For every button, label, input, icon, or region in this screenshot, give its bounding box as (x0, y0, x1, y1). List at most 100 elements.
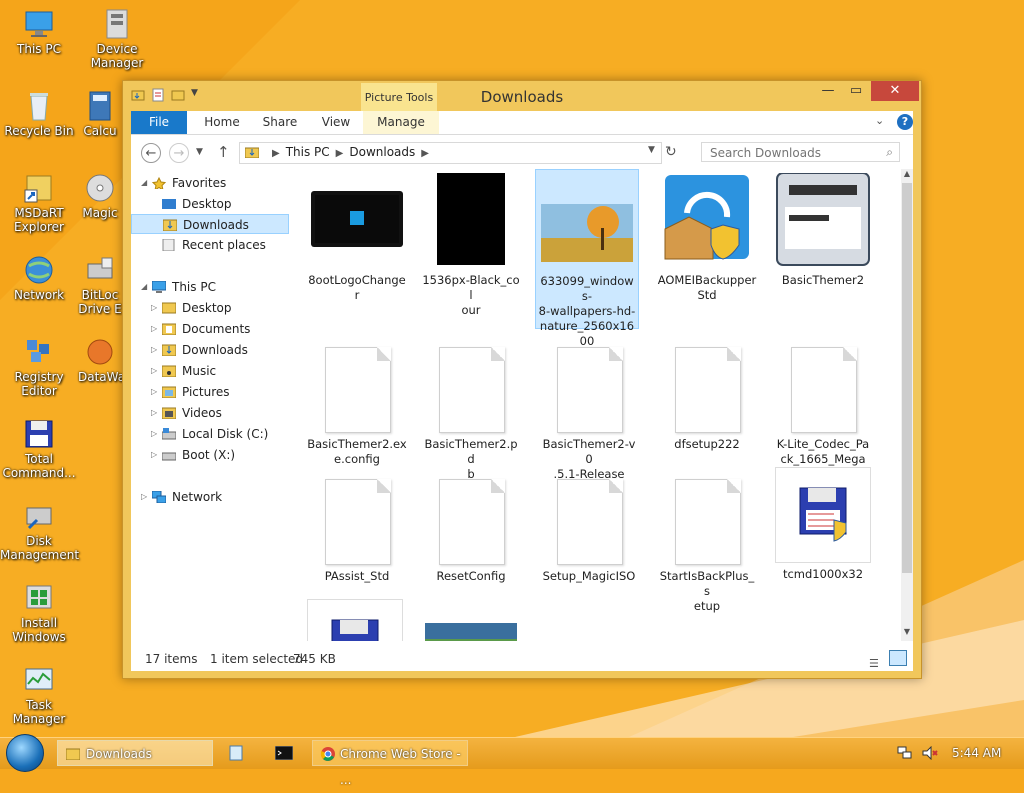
search-box[interactable]: ⌕ (701, 142, 900, 162)
blank-file-icon (309, 469, 405, 565)
clock[interactable]: 5:44 AM (952, 746, 1001, 760)
file-item-tcmd1000x32[interactable]: tcmd1000x32 (771, 467, 875, 582)
nav-thispc-desktop[interactable]: ▷ Desktop (131, 298, 289, 318)
file-item-basicthemer2[interactable]: BasicThemer2 (771, 172, 875, 288)
nav-network[interactable]: ▷ Network (131, 487, 289, 507)
nav-thispc-music[interactable]: ▷ Music (131, 361, 289, 381)
collapse-arrow-icon[interactable]: ◢ (141, 277, 147, 297)
expand-arrow-icon[interactable]: ▷ (151, 403, 157, 423)
file-item-partial-floppy[interactable] (303, 599, 407, 641)
network-globe-icon (23, 254, 55, 286)
refresh-icon[interactable]: ↻ (665, 144, 677, 160)
expand-arrow-icon[interactable]: ▷ (151, 340, 157, 360)
desktop-icon-disk-management[interactable]: Disk Management (0, 500, 79, 562)
search-icon[interactable]: ⌕ (886, 145, 893, 160)
file-item-resetconfig[interactable]: ResetConfig (419, 469, 523, 584)
nav-thispc-documents[interactable]: ▷ Documents (131, 319, 289, 339)
drive-icon (84, 254, 116, 286)
large-icons-view-icon[interactable] (889, 650, 907, 666)
breadcrumb-separator-icon: ▶ (421, 148, 429, 159)
start-button[interactable] (6, 734, 44, 772)
file-item-basicthemer2-config[interactable]: BasicThemer2.ex e.config (305, 337, 409, 467)
taskbar-item-command-prompt[interactable] (274, 740, 297, 766)
taskbar-item-chrome[interactable]: Chrome Web Store - ... (312, 740, 468, 787)
back-button[interactable]: ← (141, 143, 161, 163)
file-item-setup-magiciso[interactable]: Setup_MagicISO (537, 469, 641, 584)
file-name: K-Lite_Codec_Pa ck_1665_Mega (776, 437, 870, 466)
file-item-bootlogochanger[interactable]: 8ootLogoChange r (305, 173, 409, 303)
nav-thispc-downloads[interactable]: ▷ Downloads (131, 340, 289, 360)
expand-arrow-icon[interactable]: ▷ (141, 487, 147, 507)
file-item-passist-std[interactable]: PAssist_Std (305, 469, 409, 584)
title-bar[interactable]: ▼ Picture Tools Downloads — ▭ ✕ (123, 81, 921, 111)
tab-home[interactable]: Home (197, 111, 247, 134)
tab-share[interactable]: Share (255, 111, 305, 134)
breadcrumb-this-pc[interactable]: This PC (286, 145, 330, 159)
taskbar-item-downloads[interactable]: Downloads (57, 740, 213, 766)
desktop-icon-msdart-explorer[interactable]: MSDaRT Explorer (0, 172, 78, 234)
nav-favorites-desktop[interactable]: Desktop (131, 194, 289, 214)
tab-view[interactable]: View (311, 111, 361, 134)
tab-file[interactable]: File (131, 111, 187, 134)
nav-thispc-boot[interactable]: ▷ Boot (X:) (131, 445, 289, 465)
file-item-black-colour[interactable]: 1536px-Black_col our (419, 173, 523, 318)
volume-muted-icon[interactable] (922, 745, 938, 763)
close-button[interactable]: ✕ (871, 81, 919, 101)
desktop-icon-device-manager[interactable]: Device Manager (78, 8, 156, 70)
desktop-icon-total-commander[interactable]: Total Command... (0, 418, 78, 480)
desktop-icon-task-manager[interactable]: Task Manager (0, 664, 78, 726)
desktop-icon-recycle-bin[interactable]: Recycle Bin (0, 90, 78, 138)
ribbon-expand-chevron-icon[interactable]: ⌄ (875, 114, 884, 127)
expand-arrow-icon[interactable]: ▷ (151, 445, 157, 465)
scroll-thumb[interactable] (902, 183, 912, 573)
expand-arrow-icon[interactable]: ▷ (151, 361, 157, 381)
explorer-window[interactable]: ▼ Picture Tools Downloads — ▭ ✕ File Hom… (122, 80, 922, 679)
file-item-dfsetup222[interactable]: dfsetup222 (655, 337, 759, 452)
desktop-icon-registry-editor[interactable]: Registry Editor (0, 336, 78, 398)
file-item-basicthemer2-pdb[interactable]: BasicThemer2.pd b (419, 337, 523, 482)
file-item-wallpaper[interactable]: 633099_windows- 8-wallpapers-hd- nature_… (535, 169, 639, 363)
forward-button[interactable]: → (169, 143, 189, 163)
scroll-down-arrow-icon[interactable]: ▼ (901, 627, 913, 639)
nav-thispc-local-disk[interactable]: ▷ Local Disk (C:) (131, 424, 289, 444)
scroll-up-arrow-icon[interactable]: ▲ (901, 169, 913, 181)
details-view-icon[interactable]: ☰ (869, 652, 879, 676)
nav-thispc-pictures[interactable]: ▷ Pictures (131, 382, 289, 402)
minimize-button[interactable]: — (815, 81, 841, 101)
file-item-aomeibackupper[interactable]: AOMEIBackupper Std (655, 173, 759, 303)
address-dropdown-chevron-icon[interactable]: ▼ (648, 145, 655, 155)
desktop-icon-datawa[interactable]: DataWa (78, 336, 125, 384)
file-item-startisbackplus[interactable]: StartIsBackPlus_s etup (655, 469, 759, 614)
expand-arrow-icon[interactable]: ▷ (151, 424, 157, 444)
desktop-icon-bitlocker[interactable]: BitLoc Drive E (78, 254, 122, 316)
up-button[interactable]: ↑ (217, 143, 230, 161)
desktop-icon-calculator[interactable]: Calcu (78, 90, 122, 138)
vertical-scrollbar[interactable]: ▲ ▼ (901, 169, 913, 641)
file-item-k-lite[interactable]: K-Lite_Codec_Pa ck_1665_Mega (771, 337, 875, 467)
nav-thispc-videos[interactable]: ▷ Videos (131, 403, 289, 423)
desktop-icon-install-windows[interactable]: Install Windows (0, 582, 78, 644)
nav-this-pc[interactable]: ◢ This PC (131, 277, 289, 297)
help-button[interactable]: ? (897, 114, 913, 130)
file-item-partial-image[interactable] (419, 621, 523, 641)
maximize-button[interactable]: ▭ (843, 81, 869, 101)
taskbar-item-notepad[interactable] (228, 740, 252, 766)
breadcrumb-downloads[interactable]: Downloads (349, 145, 415, 159)
expand-arrow-icon[interactable]: ▷ (151, 382, 157, 402)
nav-favorites-recent-places[interactable]: Recent places (131, 235, 289, 255)
desktop-icon-magic[interactable]: Magic (78, 172, 122, 220)
file-item-basicthemer2-release[interactable]: BasicThemer2-v0 .5.1-Release (537, 337, 641, 482)
expand-arrow-icon[interactable]: ▷ (151, 298, 157, 318)
collapse-arrow-icon[interactable]: ◢ (141, 173, 147, 193)
desktop-icon-this-pc[interactable]: This PC (0, 8, 78, 56)
file-name: PAssist_Std (324, 569, 390, 583)
nav-favorites[interactable]: ◢ Favorites (131, 173, 289, 193)
search-input[interactable] (708, 145, 872, 161)
network-tray-icon[interactable] (897, 746, 913, 763)
desktop-icon-network[interactable]: Network (0, 254, 78, 302)
recent-locations-chevron-icon[interactable]: ▼ (196, 147, 203, 157)
nav-favorites-downloads[interactable]: Downloads (131, 214, 289, 234)
address-bar[interactable]: ▶ This PC ▶ Downloads ▶ ▼ (239, 142, 662, 164)
expand-arrow-icon[interactable]: ▷ (151, 319, 157, 339)
tab-manage[interactable]: Manage (363, 111, 439, 134)
